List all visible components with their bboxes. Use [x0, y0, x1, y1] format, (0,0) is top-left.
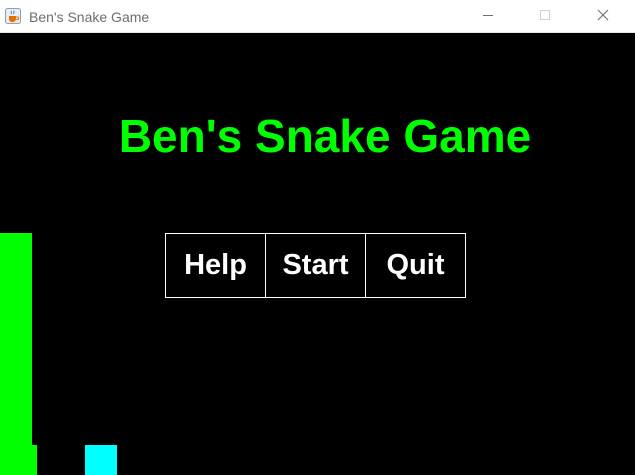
snake-body [0, 233, 32, 445]
close-button[interactable] [580, 0, 626, 33]
game-window: Ben's Snake Game Ben's Snake Game Help S… [0, 0, 635, 475]
title-bar[interactable]: Ben's Snake Game [0, 0, 635, 33]
help-button[interactable]: Help [165, 233, 266, 298]
food-pellet [85, 445, 117, 475]
minimize-button[interactable] [465, 0, 511, 33]
game-canvas[interactable]: Ben's Snake Game Help Start Quit [0, 33, 635, 475]
window-title: Ben's Snake Game [29, 9, 150, 25]
maximize-icon [539, 8, 551, 26]
quit-button[interactable]: Quit [366, 233, 466, 298]
maximize-button[interactable] [522, 0, 568, 33]
snake-tail [0, 445, 37, 475]
java-cup-icon [5, 8, 21, 24]
minimize-icon [482, 8, 494, 26]
start-button[interactable]: Start [266, 233, 366, 298]
close-icon [597, 8, 609, 26]
main-menu: Help Start Quit [165, 233, 466, 298]
game-title: Ben's Snake Game [118, 110, 532, 162]
